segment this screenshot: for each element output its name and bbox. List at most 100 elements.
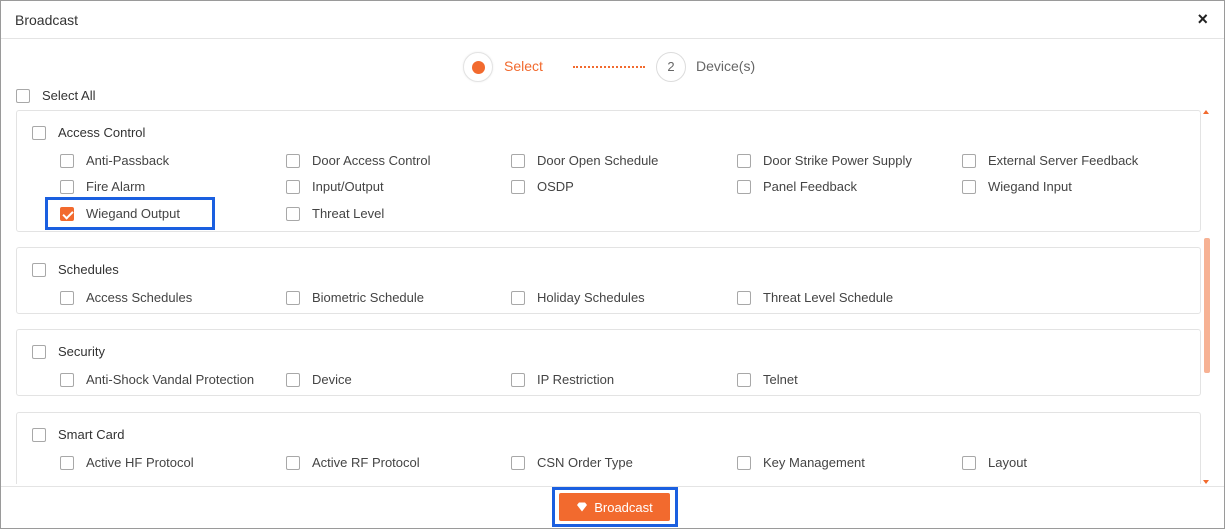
dialog-header: Broadcast × xyxy=(1,1,1224,39)
option-active-rf-protocol[interactable]: Active RF Protocol xyxy=(286,455,420,470)
checkbox[interactable] xyxy=(32,125,46,140)
checkbox[interactable] xyxy=(32,262,46,277)
checkbox[interactable] xyxy=(511,179,525,194)
group-checkbox-security[interactable]: Security xyxy=(32,344,105,359)
stepper: Select 2 Device(s) xyxy=(1,51,1224,82)
option-input-output[interactable]: Input/Output xyxy=(286,179,384,194)
close-icon[interactable]: × xyxy=(1197,9,1208,29)
settings-list[interactable]: Access Control Anti-Passback Door Access… xyxy=(16,110,1213,484)
option-threat-level[interactable]: Threat Level xyxy=(286,206,384,221)
group-label: Schedules xyxy=(58,262,119,277)
group-label: Security xyxy=(58,344,105,359)
option-biometric-schedule[interactable]: Biometric Schedule xyxy=(286,290,424,305)
checkbox[interactable] xyxy=(32,427,46,442)
checkbox[interactable] xyxy=(286,372,300,387)
option-label: Anti-Passback xyxy=(86,153,170,168)
checkbox[interactable] xyxy=(511,372,525,387)
step-1-indicator xyxy=(463,52,493,82)
checkbox[interactable] xyxy=(32,344,46,359)
option-label: OSDP xyxy=(537,179,574,194)
checkbox[interactable] xyxy=(286,206,300,221)
option-label: Wiegand Input xyxy=(988,179,1072,194)
option-label: Telnet xyxy=(763,372,798,387)
option-label: Biometric Schedule xyxy=(312,290,424,305)
step-connector xyxy=(573,66,645,68)
step-2-indicator: 2 xyxy=(656,52,686,82)
checkbox[interactable] xyxy=(737,372,751,387)
option-label: Panel Feedback xyxy=(763,179,857,194)
option-label: Layout xyxy=(988,455,1028,470)
option-anti-shock-vandal-protection[interactable]: Anti-Shock Vandal Protection xyxy=(60,372,254,387)
option-key-management[interactable]: Key Management xyxy=(737,455,865,470)
group-checkbox-access-control[interactable]: Access Control xyxy=(32,125,145,140)
step-1-label: Select xyxy=(504,58,543,74)
option-label: Door Open Schedule xyxy=(537,153,659,168)
option-device[interactable]: Device xyxy=(286,372,352,387)
checkbox[interactable] xyxy=(962,455,976,470)
option-label: Door Strike Power Supply xyxy=(763,153,912,168)
option-label: Access Schedules xyxy=(86,290,193,305)
option-door-strike-power-supply[interactable]: Door Strike Power Supply xyxy=(737,153,912,168)
option-csn-order-type[interactable]: CSN Order Type xyxy=(511,455,633,470)
option-layout[interactable]: Layout xyxy=(962,455,1027,470)
option-label: Device xyxy=(312,372,352,387)
scrollbar[interactable] xyxy=(1203,110,1211,484)
option-label: Key Management xyxy=(763,455,865,470)
group-checkbox-smart-card[interactable]: Smart Card xyxy=(32,427,124,442)
group-checkbox-schedules[interactable]: Schedules xyxy=(32,262,119,277)
wiegand-output-highlight xyxy=(45,197,215,230)
scroll-down-arrow-icon[interactable] xyxy=(1203,480,1209,484)
scroll-thumb[interactable] xyxy=(1204,238,1210,373)
checkbox[interactable] xyxy=(286,455,300,470)
option-active-hf-protocol[interactable]: Active HF Protocol xyxy=(60,455,194,470)
checkbox[interactable] xyxy=(286,290,300,305)
scroll-up-arrow-icon[interactable] xyxy=(1203,110,1209,114)
checkbox[interactable] xyxy=(737,290,751,305)
checkbox[interactable] xyxy=(16,88,30,103)
option-label: Fire Alarm xyxy=(86,179,146,194)
option-label: Threat Level xyxy=(312,206,385,221)
option-telnet[interactable]: Telnet xyxy=(737,372,798,387)
step-1-dot xyxy=(472,61,485,74)
option-wiegand-input[interactable]: Wiegand Input xyxy=(962,179,1072,194)
option-holiday-schedules[interactable]: Holiday Schedules xyxy=(511,290,645,305)
option-door-open-schedule[interactable]: Door Open Schedule xyxy=(511,153,658,168)
checkbox[interactable] xyxy=(737,153,751,168)
option-label: Threat Level Schedule xyxy=(763,290,894,305)
broadcast-dialog: Broadcast × Select 2 Device(s) Select Al… xyxy=(0,0,1225,529)
checkbox[interactable] xyxy=(60,372,74,387)
group-security: Security Anti-Shock Vandal Protection De… xyxy=(16,329,1201,396)
checkbox[interactable] xyxy=(286,179,300,194)
select-all-checkbox[interactable]: Select All xyxy=(16,88,95,103)
checkbox[interactable] xyxy=(60,290,74,305)
group-access-control: Access Control Anti-Passback Door Access… xyxy=(16,110,1201,232)
group-smart-card: Smart Card Active HF Protocol Active RF … xyxy=(16,412,1201,484)
option-door-access-control[interactable]: Door Access Control xyxy=(286,153,431,168)
checkbox[interactable] xyxy=(962,153,976,168)
option-access-schedules[interactable]: Access Schedules xyxy=(60,290,192,305)
option-threat-level-schedule[interactable]: Threat Level Schedule xyxy=(737,290,893,305)
option-panel-feedback[interactable]: Panel Feedback xyxy=(737,179,857,194)
option-label: External Server Feedback xyxy=(988,153,1139,168)
group-schedules: Schedules Access Schedules Biometric Sch… xyxy=(16,247,1201,314)
checkbox[interactable] xyxy=(511,290,525,305)
option-label: Active HF Protocol xyxy=(86,455,194,470)
checkbox[interactable] xyxy=(286,153,300,168)
checkbox[interactable] xyxy=(511,455,525,470)
select-all-label: Select All xyxy=(42,88,96,103)
option-label: Anti-Shock Vandal Protection xyxy=(86,372,255,387)
checkbox[interactable] xyxy=(60,153,74,168)
checkbox[interactable] xyxy=(511,153,525,168)
option-fire-alarm[interactable]: Fire Alarm xyxy=(60,179,145,194)
checkbox[interactable] xyxy=(60,455,74,470)
group-label: Access Control xyxy=(58,125,146,140)
dialog-title: Broadcast xyxy=(15,12,79,28)
checkbox[interactable] xyxy=(60,179,74,194)
checkbox[interactable] xyxy=(737,179,751,194)
option-osdp[interactable]: OSDP xyxy=(511,179,574,194)
option-external-server-feedback[interactable]: External Server Feedback xyxy=(962,153,1138,168)
option-anti-passback[interactable]: Anti-Passback xyxy=(60,153,169,168)
checkbox[interactable] xyxy=(962,179,976,194)
checkbox[interactable] xyxy=(737,455,751,470)
option-ip-restriction[interactable]: IP Restriction xyxy=(511,372,614,387)
